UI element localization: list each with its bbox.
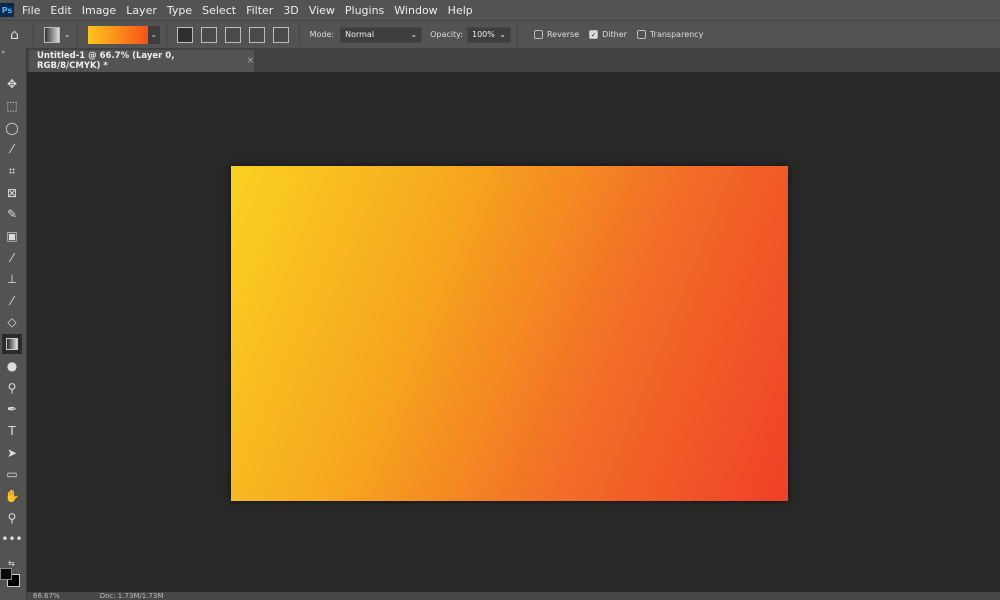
document-tab-title: Untitled-1 @ 66.7% (Layer 0, RGB/8/CMYK)… bbox=[37, 51, 237, 71]
crop-tool-icon[interactable]: ⌗ bbox=[2, 161, 22, 181]
swap-colors-icon[interactable]: ⇆ bbox=[8, 559, 15, 568]
menu-file[interactable]: File bbox=[22, 4, 40, 17]
pen-tool-icon[interactable]: ✒ bbox=[2, 399, 22, 419]
options-bar: ⌂ ⌄ ⌄ Mode: Normal ⌄ Opacity: 100% ⌄ Rever… bbox=[0, 20, 1000, 48]
tools-panel: » ✥ ⬚ ◯ ⁄ ⌗ ⊠ ✎ ▣ ⁄ ⊥ ⁄ ◇ ● ⚲ ✒ T ➤ ▭ ✋ … bbox=[0, 48, 27, 600]
photoshop-logo: Ps bbox=[0, 3, 14, 17]
rectangle-tool-icon[interactable]: ▭ bbox=[2, 464, 22, 484]
menu-select[interactable]: Select bbox=[202, 4, 236, 17]
reverse-checkbox[interactable] bbox=[534, 30, 543, 39]
gradient-tool-icon[interactable] bbox=[2, 334, 22, 354]
foreground-color-swatch[interactable] bbox=[0, 568, 12, 580]
angle-gradient-button[interactable] bbox=[225, 27, 241, 43]
type-tool-icon[interactable]: T bbox=[2, 421, 22, 441]
divider bbox=[77, 24, 78, 46]
radial-gradient-button[interactable] bbox=[201, 27, 217, 43]
healing-tool-icon[interactable]: ▣ bbox=[2, 226, 22, 246]
collapse-icon[interactable]: » bbox=[0, 48, 26, 58]
close-icon[interactable]: × bbox=[247, 56, 254, 66]
move-tool-icon[interactable]: ✥ bbox=[2, 74, 22, 94]
quick-select-tool-icon[interactable]: ⁄ bbox=[2, 139, 22, 159]
home-icon[interactable]: ⌂ bbox=[10, 27, 19, 43]
dither-label: Dither bbox=[602, 30, 627, 39]
dither-checkbox[interactable]: ✓ bbox=[589, 30, 598, 39]
chevron-down-icon: ⌄ bbox=[410, 30, 417, 39]
document-tab-bar: Untitled-1 @ 66.7% (Layer 0, RGB/8/CMYK)… bbox=[27, 48, 1000, 72]
document-tab[interactable]: Untitled-1 @ 66.7% (Layer 0, RGB/8/CMYK)… bbox=[29, 50, 254, 72]
document-canvas[interactable] bbox=[231, 166, 788, 501]
lasso-tool-icon[interactable]: ◯ bbox=[2, 118, 22, 138]
blur-tool-icon[interactable]: ● bbox=[2, 356, 22, 376]
menu-help[interactable]: Help bbox=[448, 4, 473, 17]
reverse-label: Reverse bbox=[547, 30, 579, 39]
eyedropper-tool-icon[interactable]: ✎ bbox=[2, 204, 22, 224]
zoom-level[interactable]: 66.67% bbox=[33, 592, 60, 600]
marquee-tool-icon[interactable]: ⬚ bbox=[2, 96, 22, 116]
status-bar: 66.67% Doc: 1.73M/1.73M bbox=[27, 592, 1000, 600]
opacity-input[interactable]: 100% ⌄ bbox=[467, 27, 511, 43]
reflected-gradient-button[interactable] bbox=[249, 27, 265, 43]
mode-select[interactable]: Normal ⌄ bbox=[340, 27, 422, 43]
menu-layer[interactable]: Layer bbox=[126, 4, 157, 17]
transparency-label: Transparency bbox=[650, 30, 703, 39]
menu-edit[interactable]: Edit bbox=[50, 4, 71, 17]
menu-window[interactable]: Window bbox=[394, 4, 437, 17]
menu-view[interactable]: View bbox=[309, 4, 335, 17]
mode-value: Normal bbox=[345, 30, 374, 39]
gradient-picker-dropdown[interactable]: ⌄ bbox=[148, 26, 160, 44]
hand-tool-icon[interactable]: ✋ bbox=[2, 486, 22, 506]
menu-image[interactable]: Image bbox=[82, 4, 116, 17]
divider bbox=[166, 24, 167, 46]
more-tools-icon[interactable]: ••• bbox=[2, 529, 22, 549]
divider bbox=[33, 24, 34, 46]
menu-type[interactable]: Type bbox=[167, 4, 192, 17]
gradient-editor-swatch[interactable] bbox=[88, 26, 148, 44]
mode-label: Mode: bbox=[310, 30, 335, 39]
dodge-tool-icon[interactable]: ⚲ bbox=[2, 378, 22, 398]
eraser-tool-icon[interactable]: ◇ bbox=[2, 312, 22, 332]
menu-plugins[interactable]: Plugins bbox=[345, 4, 384, 17]
diamond-gradient-button[interactable] bbox=[273, 27, 289, 43]
path-select-tool-icon[interactable]: ➤ bbox=[2, 443, 22, 463]
divider bbox=[517, 24, 518, 46]
menu-bar: Ps File Edit Image Layer Type Select Fil… bbox=[0, 0, 1000, 20]
chevron-down-icon[interactable]: ⌄ bbox=[64, 30, 71, 39]
frame-tool-icon[interactable]: ⊠ bbox=[2, 183, 22, 203]
brush-tool-icon[interactable]: ⁄ bbox=[2, 248, 22, 268]
history-brush-tool-icon[interactable]: ⁄ bbox=[2, 291, 22, 311]
document-size: Doc: 1.73M/1.73M bbox=[100, 592, 164, 600]
opacity-value: 100% bbox=[472, 30, 495, 39]
zoom-tool-icon[interactable]: ⚲ bbox=[2, 508, 22, 528]
gradient-preset-icon[interactable] bbox=[44, 27, 60, 43]
divider bbox=[299, 24, 300, 46]
menu-filter[interactable]: Filter bbox=[246, 4, 273, 17]
chevron-down-icon[interactable]: ⌄ bbox=[499, 30, 506, 39]
opacity-label: Opacity: bbox=[430, 30, 463, 39]
menu-3d[interactable]: 3D bbox=[283, 4, 298, 17]
stamp-tool-icon[interactable]: ⊥ bbox=[2, 269, 22, 289]
linear-gradient-button[interactable] bbox=[177, 27, 193, 43]
transparency-checkbox[interactable] bbox=[637, 30, 646, 39]
